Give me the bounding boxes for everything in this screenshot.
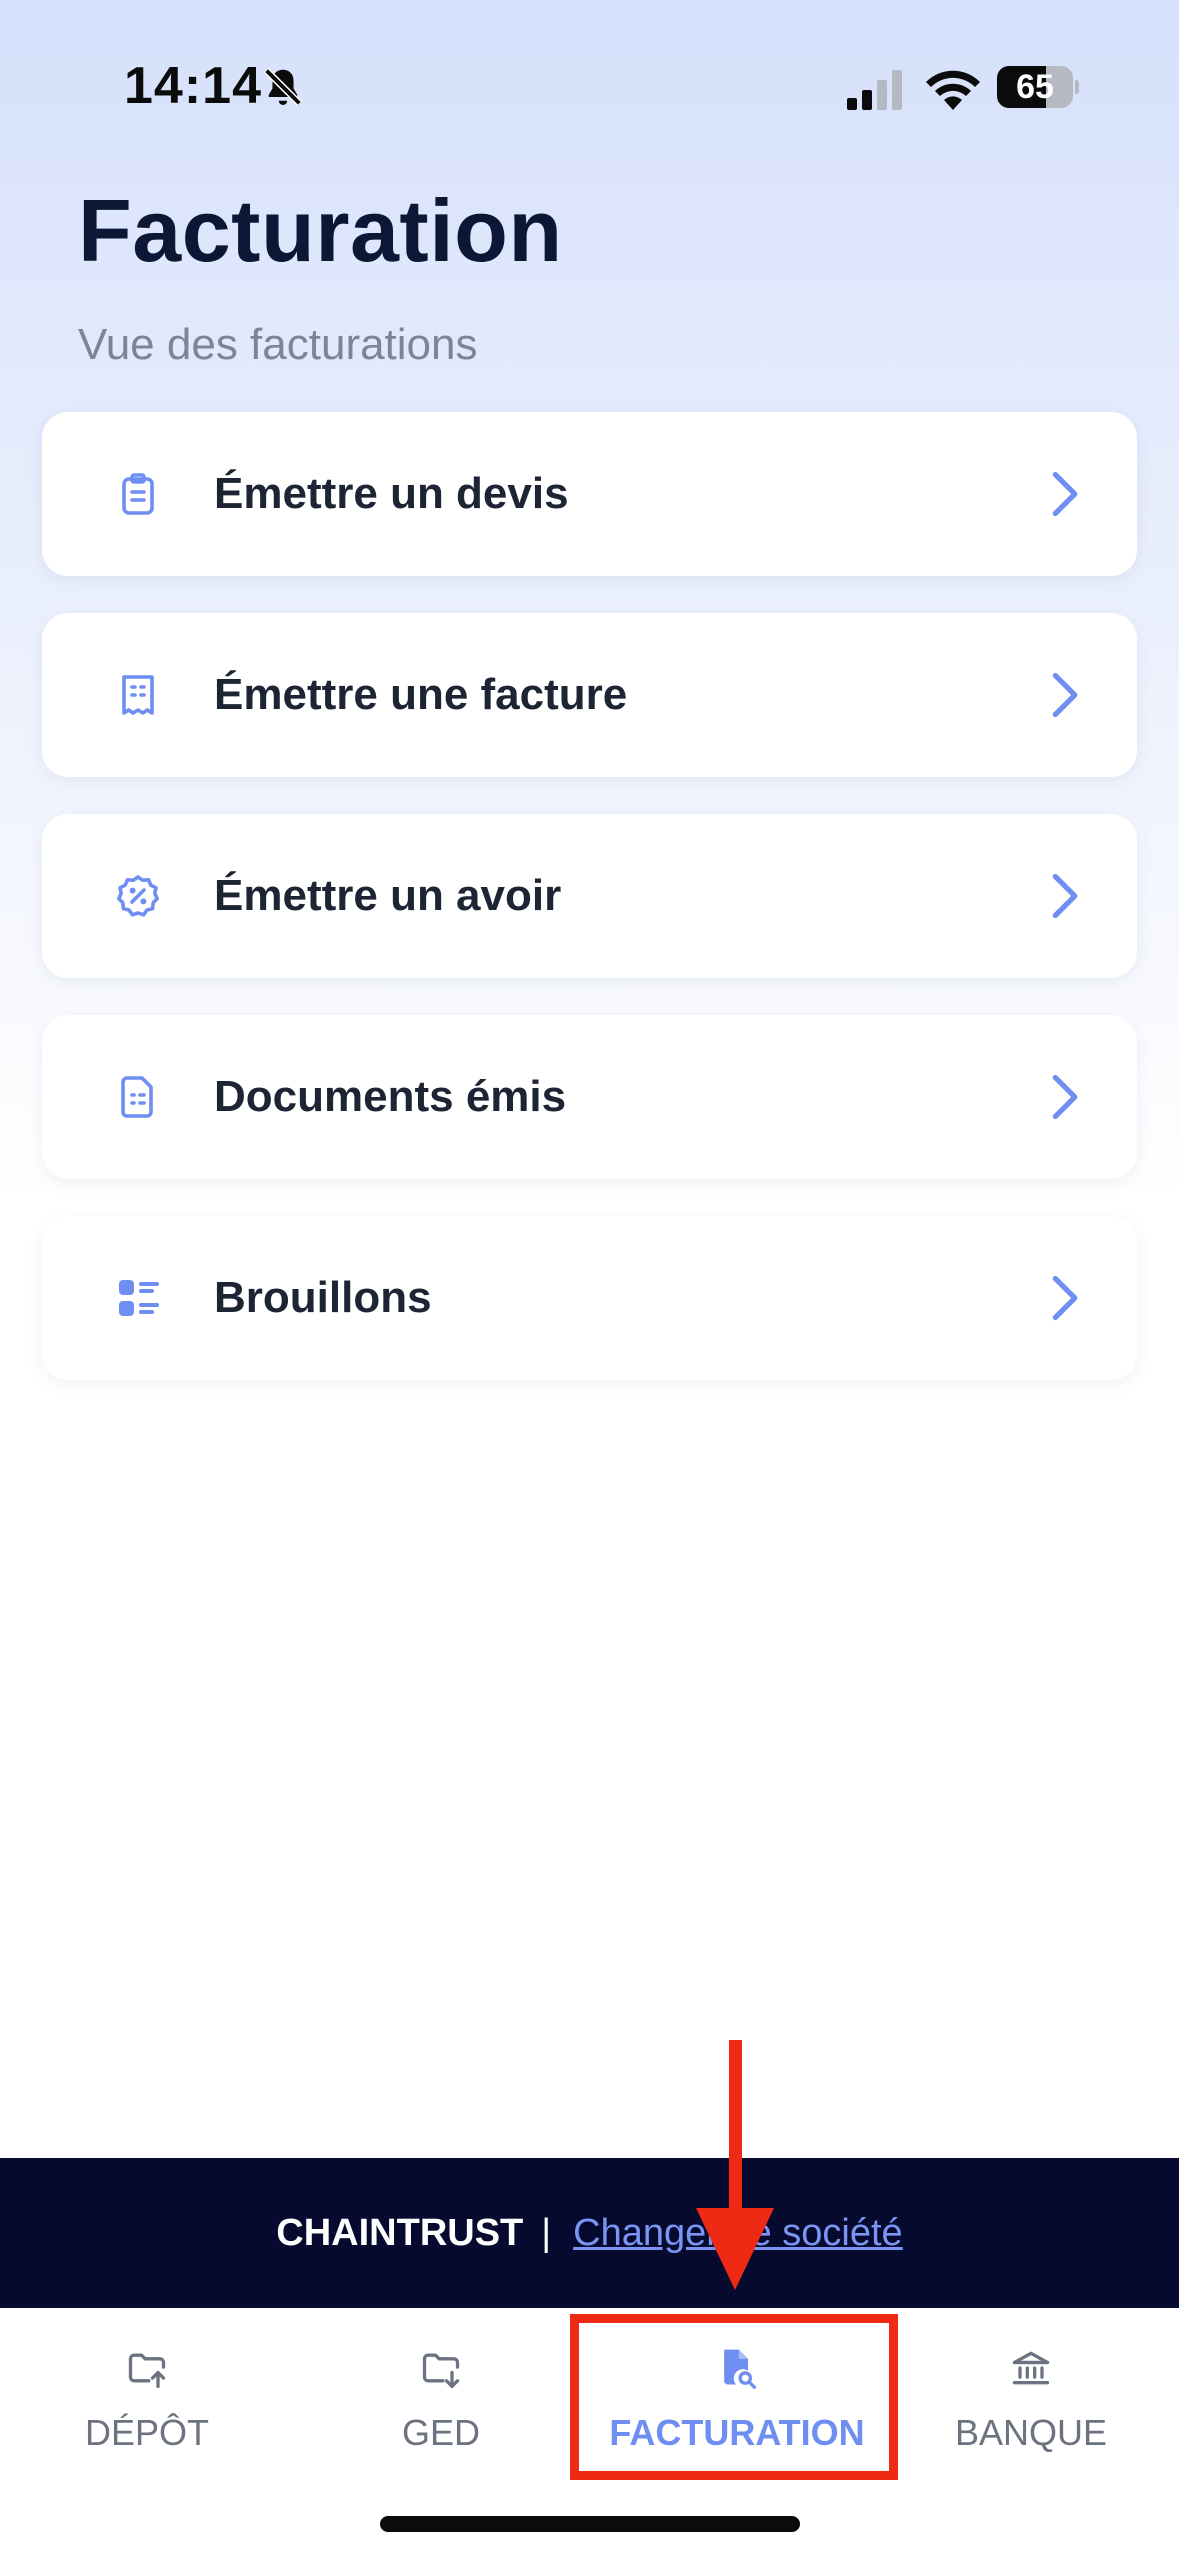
page-subtitle: Vue des facturations [78,320,478,369]
menu-item-label: Documents émis [214,1072,567,1121]
bank-icon [1012,2351,1050,2385]
chevron-right-icon [1052,1275,1078,1321]
chevron-right-icon [1052,873,1078,919]
folder-download-icon [422,2353,460,2388]
status-bar: 14:14 65 [0,0,1179,170]
battery-indicator: 65 [997,66,1079,108]
list-icon [119,1280,159,1316]
chevron-right-icon [1052,672,1078,718]
chevron-right-icon [1052,1074,1078,1120]
tab-banque[interactable]: BANQUE [884,2308,1178,2488]
menu-item-label: Émettre un devis [214,469,569,518]
chevron-right-icon [1052,471,1078,517]
highlight-box [570,2314,898,2480]
menu-item-label: Émettre un avoir [214,871,562,920]
tab-label: DÉPÔT [84,2412,209,2453]
tab-label: BANQUE [954,2412,1108,2453]
discount-badge-icon [117,875,159,917]
clipboard-icon [122,473,154,515]
tab-ged[interactable]: GED [294,2308,588,2488]
menu-list: Émettre un devis Émettre une facture Éme… [42,412,1137,1417]
wifi-icon [926,70,980,110]
company-name: CHAINTRUST [276,2212,524,2254]
battery-percentage: 65 [1016,68,1054,106]
bell-off-icon [264,68,302,106]
menu-item-documents-emis[interactable]: Documents émis [42,1015,1137,1179]
cellular-signal-icon [847,70,902,110]
tab-label: GED [401,2412,480,2453]
menu-item-brouillons[interactable]: Brouillons [42,1216,1137,1380]
menu-item-emettre-facture[interactable]: Émettre une facture [42,613,1137,777]
home-indicator[interactable] [380,2516,800,2532]
page-title: Facturation [78,181,563,280]
battery-body: 65 [997,66,1073,108]
document-icon [121,1076,153,1118]
menu-item-label: Émettre une facture [214,670,628,719]
status-time: 14:14 [124,57,262,115]
menu-item-emettre-devis[interactable]: Émettre un devis [42,412,1137,576]
receipt-icon [122,675,154,715]
company-bar: CHAINTRUST|Changer de société [0,2158,1179,2308]
menu-item-emettre-avoir[interactable]: Émettre un avoir [42,814,1137,978]
red-arrow-down-icon [696,2040,774,2290]
tab-depot[interactable]: DÉPÔT [0,2308,294,2488]
menu-item-label: Brouillons [214,1273,432,1322]
battery-cap [1075,80,1079,94]
company-separator: | [541,2212,552,2254]
folder-upload-icon [128,2353,166,2388]
